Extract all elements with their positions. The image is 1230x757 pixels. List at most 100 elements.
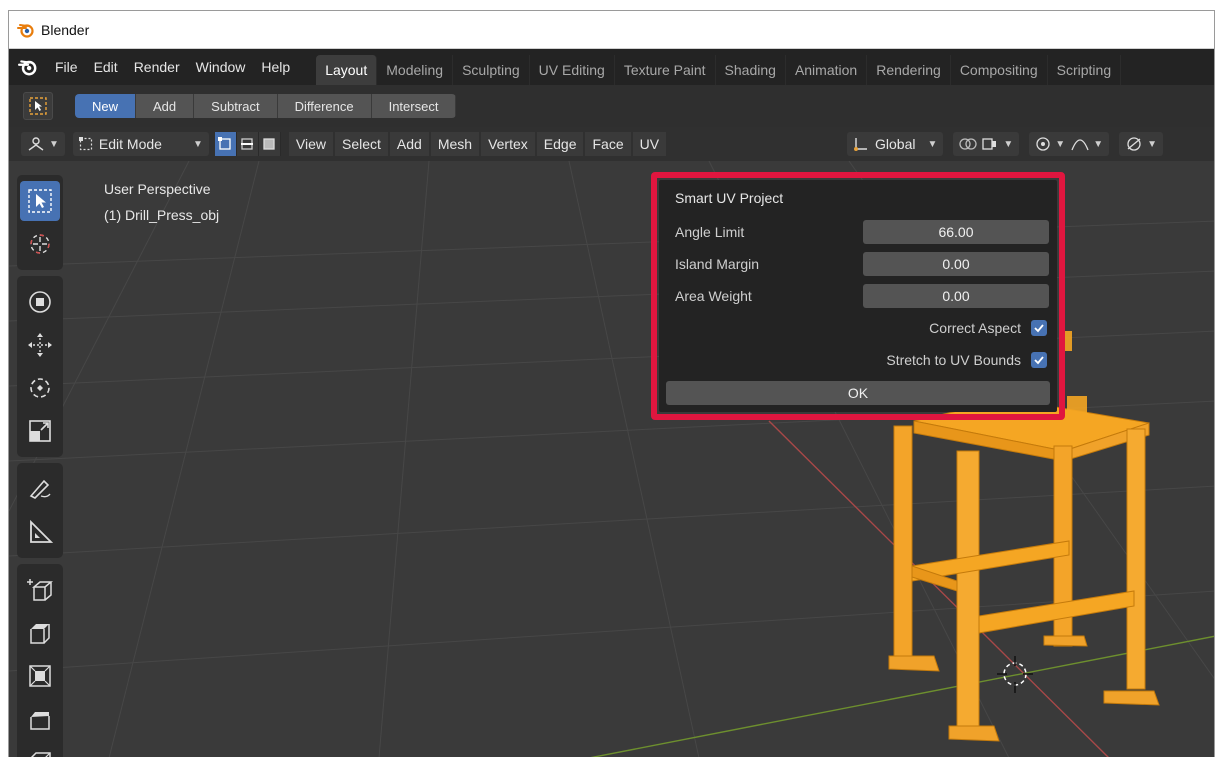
tab-compositing[interactable]: Compositing	[951, 55, 1048, 85]
tool-group-transform	[17, 276, 63, 457]
pivot-point-dropdown[interactable]: ▼	[953, 132, 1020, 156]
menu-render[interactable]: Render	[126, 59, 188, 75]
snap-icon	[982, 138, 997, 150]
move-tool-icon[interactable]	[20, 325, 60, 365]
active-tool-select-box-icon[interactable]	[23, 92, 53, 120]
smart-uv-project-dialog: Smart UV Project Angle Limit 66.00 Islan…	[659, 180, 1057, 412]
correct-aspect-label: Correct Aspect	[929, 320, 1021, 336]
annotate-tool-icon[interactable]	[20, 469, 60, 509]
chevron-down-icon: ▼	[49, 138, 59, 150]
tab-scripting[interactable]: Scripting	[1048, 55, 1122, 85]
left-toolbar	[17, 175, 63, 757]
mesh-top-remnant	[1062, 331, 1087, 416]
workspace-tabs: Layout Modeling Sculpting UV Editing Tex…	[316, 49, 1122, 85]
tab-animation[interactable]: Animation	[786, 55, 868, 85]
proportional-edit-dropdown[interactable]: ▼ ▼	[1029, 132, 1110, 156]
tool-settings-bar: New Add Subtract Difference Intersect	[9, 85, 1214, 127]
viewport-header: ▼ Edit Mode ▼ View Select Add Mesh Verte…	[9, 127, 1214, 161]
transform-tool-icon[interactable]	[20, 282, 60, 322]
tool-group-select	[17, 175, 63, 270]
transform-orientation-dropdown[interactable]: Global ▼	[847, 132, 944, 156]
tool-group-annotate	[17, 463, 63, 558]
overlays-dropdown[interactable]: ▼	[1119, 132, 1163, 156]
dialog-title: Smart UV Project	[675, 190, 784, 206]
window-title: Blender	[41, 21, 90, 38]
mode-add-button[interactable]: Add	[136, 94, 195, 118]
measure-tool-icon[interactable]	[20, 512, 60, 552]
tab-uv-editing[interactable]: UV Editing	[530, 55, 615, 85]
menu-view[interactable]: View	[288, 132, 333, 156]
inset-tool-icon[interactable]	[20, 656, 60, 696]
checkmark-icon	[1034, 356, 1044, 365]
chevron-down-icon: ▼	[193, 138, 203, 150]
top-menu-bar: File Edit Render Window Help Layout Mode…	[9, 49, 1214, 85]
mode-intersect-button[interactable]: Intersect	[371, 94, 457, 118]
mode-subtract-button[interactable]: Subtract	[194, 94, 278, 118]
menu-select[interactable]: Select	[335, 132, 388, 156]
tab-modeling[interactable]: Modeling	[377, 55, 454, 85]
select-mode-group	[214, 132, 281, 156]
blender-logo-icon	[17, 21, 35, 39]
vertex-select-icon[interactable]	[214, 132, 237, 156]
tab-texture-paint[interactable]: Texture Paint	[615, 55, 716, 85]
chevron-down-icon: ▼	[1003, 138, 1014, 150]
stretch-uv-bounds-row: Stretch to UV Bounds	[886, 348, 1047, 372]
proportional-edit-icon	[1036, 137, 1050, 151]
edit-mode-icon	[78, 137, 93, 151]
header-right-controls: Global ▼ ▼ ▼ ▼ ▼	[847, 132, 1165, 156]
bevel-tool-icon[interactable]	[20, 699, 60, 739]
tab-layout[interactable]: Layout	[316, 55, 378, 85]
mode-dropdown[interactable]: Edit Mode ▼	[72, 132, 209, 156]
tab-rendering[interactable]: Rendering	[867, 55, 951, 85]
angle-limit-label: Angle Limit	[675, 224, 745, 240]
tab-shading[interactable]: Shading	[716, 55, 786, 85]
stretch-uv-bounds-label: Stretch to UV Bounds	[886, 352, 1021, 368]
object-name-label: (1) Drill_Press_obj	[104, 207, 220, 223]
scale-tool-icon[interactable]	[20, 411, 60, 451]
correct-aspect-checkbox[interactable]	[1031, 320, 1047, 336]
add-cube-tool-icon[interactable]	[20, 570, 60, 610]
menu-edge[interactable]: Edge	[536, 132, 584, 156]
angle-limit-field[interactable]: 66.00	[863, 220, 1049, 244]
ok-button[interactable]: OK	[666, 381, 1050, 405]
face-select-icon[interactable]	[258, 132, 281, 156]
stretch-uv-bounds-checkbox[interactable]	[1031, 352, 1047, 368]
chevron-down-icon: ▼	[1147, 138, 1157, 150]
select-box-tool-icon[interactable]	[20, 181, 60, 221]
menu-file[interactable]: File	[47, 59, 86, 75]
rotate-tool-icon[interactable]	[20, 368, 60, 408]
falloff-curve-icon	[1071, 139, 1089, 151]
menu-vertex[interactable]: Vertex	[481, 132, 535, 156]
pivot-icon	[959, 138, 978, 150]
menu-face[interactable]: Face	[585, 132, 631, 156]
view-name-label: User Perspective	[104, 181, 211, 197]
mode-new-button[interactable]: New	[75, 94, 137, 118]
orientation-axes-icon	[854, 138, 867, 151]
correct-aspect-row: Correct Aspect	[929, 316, 1047, 340]
chevron-down-icon: ▼	[1093, 138, 1104, 150]
blender-menu-icon[interactable]	[9, 58, 47, 76]
menu-edit[interactable]: Edit	[86, 59, 126, 75]
menu-mesh[interactable]: Mesh	[430, 132, 480, 156]
mode-difference-button[interactable]: Difference	[277, 94, 372, 118]
angle-limit-row: Angle Limit 66.00	[675, 220, 1049, 244]
cursor-tool-icon[interactable]	[20, 224, 60, 264]
edge-select-icon[interactable]	[236, 132, 259, 156]
chevron-down-icon: ▼	[927, 138, 938, 150]
island-margin-field[interactable]: 0.00	[863, 252, 1049, 276]
area-weight-row: Area Weight 0.00	[675, 284, 1049, 308]
tab-sculpting[interactable]: Sculpting	[453, 55, 530, 85]
menu-uv[interactable]: UV	[632, 132, 667, 156]
island-margin-row: Island Margin 0.00	[675, 252, 1049, 276]
tool-group-mesh	[17, 564, 63, 757]
selection-mode-group: New Add Subtract Difference Intersect	[75, 94, 457, 118]
menu-add[interactable]: Add	[389, 132, 429, 156]
loop-cut-tool-icon[interactable]	[20, 742, 60, 757]
menu-help[interactable]: Help	[253, 59, 298, 75]
extrude-tool-icon[interactable]	[20, 613, 60, 653]
editor-type-icon[interactable]: ▼	[21, 132, 65, 156]
island-margin-label: Island Margin	[675, 256, 760, 272]
menu-window[interactable]: Window	[188, 59, 254, 75]
area-weight-label: Area Weight	[675, 288, 752, 304]
area-weight-field[interactable]: 0.00	[863, 284, 1049, 308]
